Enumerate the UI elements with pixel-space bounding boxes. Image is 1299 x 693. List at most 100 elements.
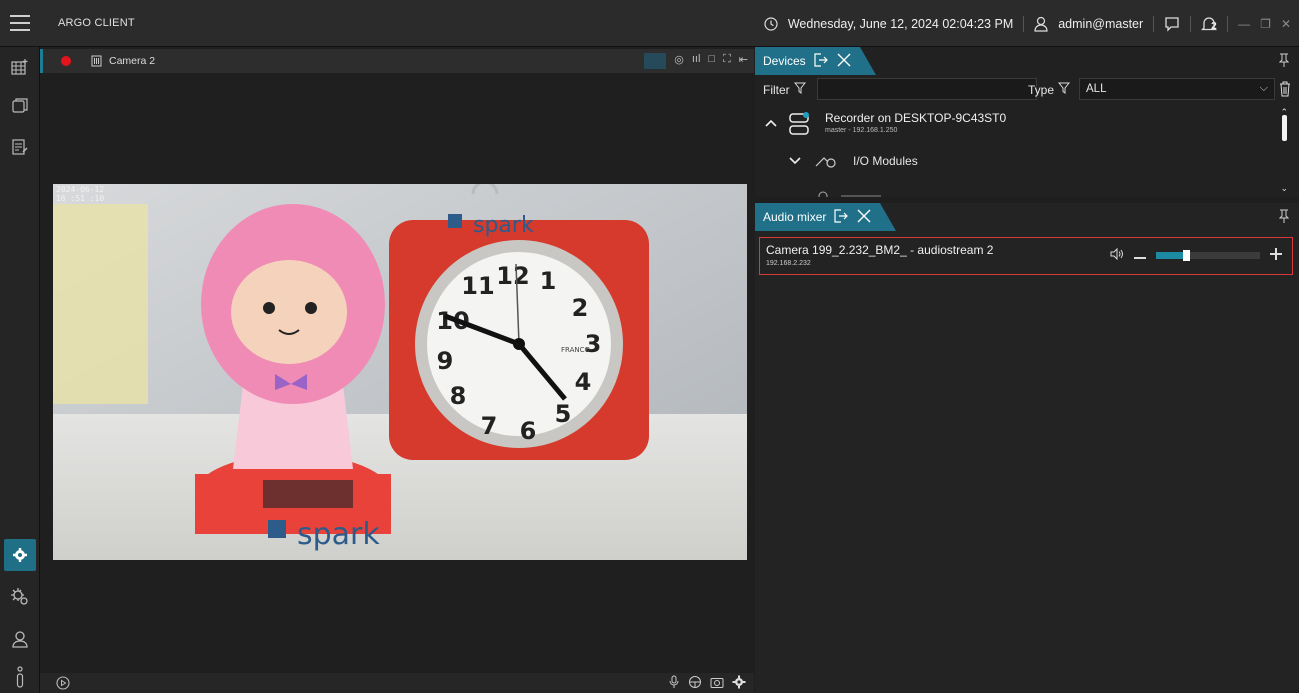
- user-label[interactable]: admin@master: [1058, 17, 1143, 31]
- type-label: Type: [1028, 82, 1055, 97]
- io-module-icon: [815, 154, 837, 171]
- svg-text:6: 6: [520, 417, 537, 445]
- filter-input[interactable]: [817, 78, 1037, 100]
- camera-settings-icon[interactable]: [732, 675, 746, 692]
- trash-icon[interactable]: [1279, 81, 1291, 100]
- brand-label-base: spark: [297, 517, 380, 552]
- ptz-icon[interactable]: [688, 675, 702, 692]
- svg-text:9: 9: [437, 347, 454, 375]
- divider: [1023, 15, 1025, 32]
- camera-tab-label: Camera 2: [109, 55, 156, 67]
- volume-handle[interactable]: [1183, 250, 1190, 261]
- stats-icon[interactable]: ııl: [692, 53, 701, 69]
- audio-stream-title: Camera 199_2.232_BM2_ - audiostream 2: [766, 243, 994, 257]
- app-title: ARGO CLIENT: [58, 17, 135, 29]
- svg-text:7: 7: [481, 412, 498, 440]
- devices-tab[interactable]: Devices: [755, 47, 876, 75]
- pin-tab-icon[interactable]: ⇤: [739, 53, 748, 69]
- recorder-row[interactable]: Recorder on DESKTOP-9C43ST0 master - 192…: [755, 109, 1275, 139]
- filter-icon: [1057, 82, 1071, 97]
- pin-icon[interactable]: [1278, 53, 1290, 70]
- audio-mixer-tab-label: Audio mixer: [763, 210, 827, 224]
- brand-label-clock: spark: [473, 213, 534, 238]
- filter-icon: [793, 82, 806, 97]
- divider: [1153, 15, 1155, 32]
- devices-panel: Devices Filter Type ALL ⌵ Recorder on DE…: [755, 47, 1299, 197]
- volume-slider[interactable]: [1156, 250, 1260, 261]
- partial-tree-row: [817, 187, 897, 197]
- user-icon[interactable]: [6, 625, 34, 653]
- fullscreen-icon[interactable]: ⛶: [723, 53, 731, 69]
- info-icon[interactable]: [6, 663, 34, 691]
- camera-view: Camera 2 ◎ ııl □ ⛶ ⇤ 12 2 3 4 5 6 7 8 9 …: [40, 47, 754, 693]
- top-bar: ARGO CLIENT Wednesday, June 12, 2024 02:…: [0, 0, 1299, 47]
- type-select-value: ALL: [1086, 83, 1107, 95]
- devices-tab-label: Devices: [763, 54, 806, 68]
- svg-text:5: 5: [555, 400, 572, 428]
- scroll-up-icon[interactable]: ⌃: [1280, 107, 1288, 118]
- divider: [1227, 15, 1229, 32]
- bell-icon[interactable]: 2: [1201, 15, 1218, 33]
- gears-icon[interactable]: [6, 583, 34, 611]
- restore-icon[interactable]: ❐: [1260, 17, 1271, 31]
- toolbar-highlight: [644, 53, 667, 69]
- volume-decrease-icon[interactable]: [1134, 249, 1146, 263]
- audio-stream-ip: 192.168.2.232: [766, 260, 811, 267]
- audio-mixer-tab[interactable]: Audio mixer: [755, 203, 897, 231]
- undock-icon[interactable]: [814, 52, 828, 70]
- microphone-icon[interactable]: [668, 675, 680, 692]
- io-modules-row[interactable]: I/O Modules: [755, 151, 1275, 173]
- snapshot-icon[interactable]: ◎: [674, 53, 684, 69]
- speaker-icon[interactable]: [1110, 247, 1124, 263]
- chevron-down-icon[interactable]: [789, 155, 801, 169]
- io-modules-label: I/O Modules: [853, 154, 918, 168]
- camera-bottom-toolbar: [40, 673, 754, 693]
- recorder-address: master - 192.168.1.250: [825, 127, 898, 134]
- frame-icon[interactable]: □: [708, 53, 715, 69]
- filter-row: Filter Type ALL ⌵: [755, 77, 1299, 101]
- recorder-name: Recorder on DESKTOP-9C43ST0: [825, 111, 1007, 125]
- audio-mixer-panel: Audio mixer Camera 199_2.232_BM2_ - audi…: [755, 203, 1299, 693]
- svg-text:11: 11: [461, 272, 494, 300]
- volume-increase-icon[interactable]: [1270, 248, 1282, 263]
- divider: [1190, 15, 1192, 32]
- camera-image: 1223 456 789 10111 FRANCO spark: [53, 184, 747, 560]
- type-select[interactable]: ALL ⌵: [1079, 78, 1275, 100]
- close-panel-icon[interactable]: [856, 208, 872, 227]
- camera-icon: [91, 55, 102, 70]
- minimize-icon[interactable]: —: [1238, 17, 1250, 31]
- windows-icon[interactable]: [6, 91, 34, 119]
- playback-icon[interactable]: [56, 676, 70, 693]
- svg-text:12: 12: [496, 262, 529, 290]
- clock-icon: [764, 16, 778, 31]
- scroll-down-icon[interactable]: ⌄: [1280, 183, 1288, 194]
- undock-icon[interactable]: [834, 208, 849, 226]
- close-panel-icon[interactable]: [836, 52, 852, 71]
- layout-grid-icon[interactable]: [6, 53, 34, 81]
- chevron-down-icon: ⌵: [1259, 82, 1268, 94]
- svg-text:2: 2: [572, 294, 589, 322]
- audio-stream-item[interactable]: Camera 199_2.232_BM2_ - audiostream 2 19…: [759, 237, 1293, 275]
- svg-text:8: 8: [450, 382, 467, 410]
- user-icon[interactable]: [1034, 16, 1048, 32]
- clock-brand: FRANCO: [561, 346, 591, 354]
- hamburger-menu-icon[interactable]: [8, 10, 32, 34]
- pin-icon[interactable]: [1278, 209, 1290, 226]
- server-icon: [789, 112, 811, 139]
- video-frame[interactable]: 1223 456 789 10111 FRANCO spark: [53, 184, 747, 560]
- filter-label: Filter: [763, 82, 790, 97]
- sidebar: [0, 47, 40, 693]
- camera-snapshot-icon[interactable]: [710, 675, 724, 692]
- video-timestamp: 2024-06-12 16 :51 :10: [56, 185, 105, 203]
- close-icon[interactable]: ✕: [1281, 17, 1291, 31]
- svg-text:1: 1: [540, 267, 557, 295]
- chevron-up-icon[interactable]: [765, 117, 777, 131]
- document-edit-icon[interactable]: [6, 133, 34, 161]
- svg-text:4: 4: [575, 368, 592, 396]
- chat-icon[interactable]: [1164, 16, 1180, 32]
- datetime-label: Wednesday, June 12, 2024 02:04:23 PM: [787, 16, 1014, 31]
- camera-tab[interactable]: Camera 2 ◎ ııl □ ⛶ ⇤: [40, 49, 754, 73]
- scrollbar-thumb[interactable]: [1282, 115, 1287, 141]
- recording-indicator: [61, 56, 71, 66]
- settings-icon[interactable]: [4, 539, 36, 571]
